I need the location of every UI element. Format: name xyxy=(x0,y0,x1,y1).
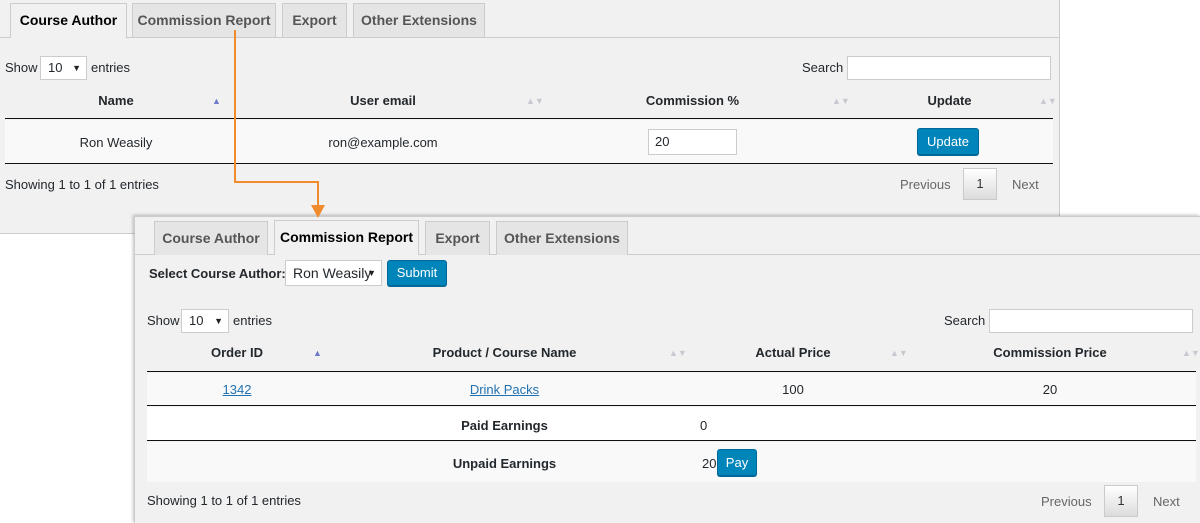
unpaid-earnings-row: Unpaid Earnings 20 Pay xyxy=(147,442,1196,482)
column-header-update[interactable]: Update xyxy=(846,84,1053,118)
submit-button[interactable]: Submit xyxy=(387,260,447,286)
entries-length-select[interactable]: 10 ▼ xyxy=(40,56,87,80)
table-row: Ron Weasily ron@example.com 20 Update xyxy=(5,120,1053,164)
entries-label: entries xyxy=(91,60,131,75)
select-author-label: Select Course Author: xyxy=(149,266,286,281)
column-header-product[interactable]: Product / Course Name xyxy=(327,336,682,371)
pagination-previous[interactable]: Previous xyxy=(900,177,951,192)
paid-earnings-label: Paid Earnings xyxy=(461,418,548,433)
tab-other-extensions[interactable]: Other Extensions xyxy=(496,221,628,255)
search-input[interactable] xyxy=(847,56,1051,80)
entries-length-select[interactable]: 10 ▼ xyxy=(181,309,229,333)
entries-label: entries xyxy=(233,313,273,328)
column-header-order-id[interactable]: Order ID xyxy=(147,336,327,371)
show-label: Show xyxy=(5,60,38,75)
sort-asc-icon: ▲ xyxy=(212,96,221,106)
tab-course-author[interactable]: Course Author xyxy=(154,221,268,255)
sort-both-icon: ▲▼ xyxy=(1039,96,1057,106)
pagination-next[interactable]: Next xyxy=(1012,177,1039,192)
sort-both-icon: ▲▼ xyxy=(1182,348,1200,358)
tab-export[interactable]: Export xyxy=(425,221,490,255)
search-input[interactable] xyxy=(989,309,1193,333)
unpaid-earnings-value: 20 xyxy=(702,456,717,471)
column-header-actual-price[interactable]: Actual Price xyxy=(682,336,904,371)
update-button[interactable]: Update xyxy=(917,128,979,155)
chevron-down-icon: ▼ xyxy=(72,63,81,73)
pagination-previous[interactable]: Previous xyxy=(1041,494,1092,509)
paid-earnings-row: Paid Earnings 0 xyxy=(147,407,1196,441)
commission-input[interactable]: 20 xyxy=(648,129,737,155)
author-select[interactable]: Ron Weasily ▼ xyxy=(285,260,382,286)
chevron-down-icon: ▼ xyxy=(214,316,223,326)
search-label: Search xyxy=(944,313,986,328)
column-header-email[interactable]: User email xyxy=(227,84,539,118)
entries-length-value: 10 xyxy=(48,60,63,75)
paid-earnings-value: 0 xyxy=(700,418,708,433)
table-header: Order ID ▲ Product / Course Name ▲▼ Actu… xyxy=(147,336,1200,372)
commission-report-panel: Course Author Commission Report Export O… xyxy=(134,216,1200,523)
author-email: ron@example.com xyxy=(328,135,438,150)
table-info: Showing 1 to 1 of 1 entries xyxy=(147,493,301,508)
tab-export[interactable]: Export xyxy=(282,3,347,37)
author-name: Ron Weasily xyxy=(79,135,153,150)
author-select-value: Ron Weasily xyxy=(293,265,372,281)
tab-course-author[interactable]: Course Author xyxy=(10,3,127,38)
pagination-next[interactable]: Next xyxy=(1153,494,1180,509)
product-link[interactable]: Drink Packs xyxy=(327,382,682,397)
show-label: Show xyxy=(147,313,180,328)
table-row: 1342 Drink Packs 100 20 xyxy=(147,373,1196,406)
tab-bar-divider xyxy=(0,37,1059,38)
column-header-commission[interactable]: Commission % xyxy=(539,84,846,118)
pay-button[interactable]: Pay xyxy=(717,449,757,476)
column-header-name[interactable]: Name xyxy=(5,84,227,118)
tab-other-extensions[interactable]: Other Extensions xyxy=(353,3,485,37)
search-label: Search xyxy=(802,60,844,75)
entries-length-value: 10 xyxy=(189,313,204,328)
unpaid-earnings-label: Unpaid Earnings xyxy=(452,456,557,471)
tab-commission-report[interactable]: Commission Report xyxy=(274,220,419,255)
column-header-commission-price[interactable]: Commission Price xyxy=(904,336,1196,371)
course-author-panel: Course Author Commission Report Export O… xyxy=(0,0,1060,234)
chevron-down-icon: ▼ xyxy=(367,268,376,278)
order-id-link[interactable]: 1342 xyxy=(147,382,327,397)
commission-price: 20 xyxy=(1042,382,1058,397)
table-info: Showing 1 to 1 of 1 entries xyxy=(5,177,159,192)
actual-price: 100 xyxy=(782,382,804,397)
pagination-current[interactable]: 1 xyxy=(1104,485,1138,517)
tab-commission-report[interactable]: Commission Report xyxy=(132,3,276,37)
sort-asc-icon: ▲ xyxy=(313,348,322,358)
pagination-current[interactable]: 1 xyxy=(963,168,997,200)
table-header: Name ▲ User email ▲▼ Commission % ▲▼ Upd… xyxy=(5,84,1057,119)
